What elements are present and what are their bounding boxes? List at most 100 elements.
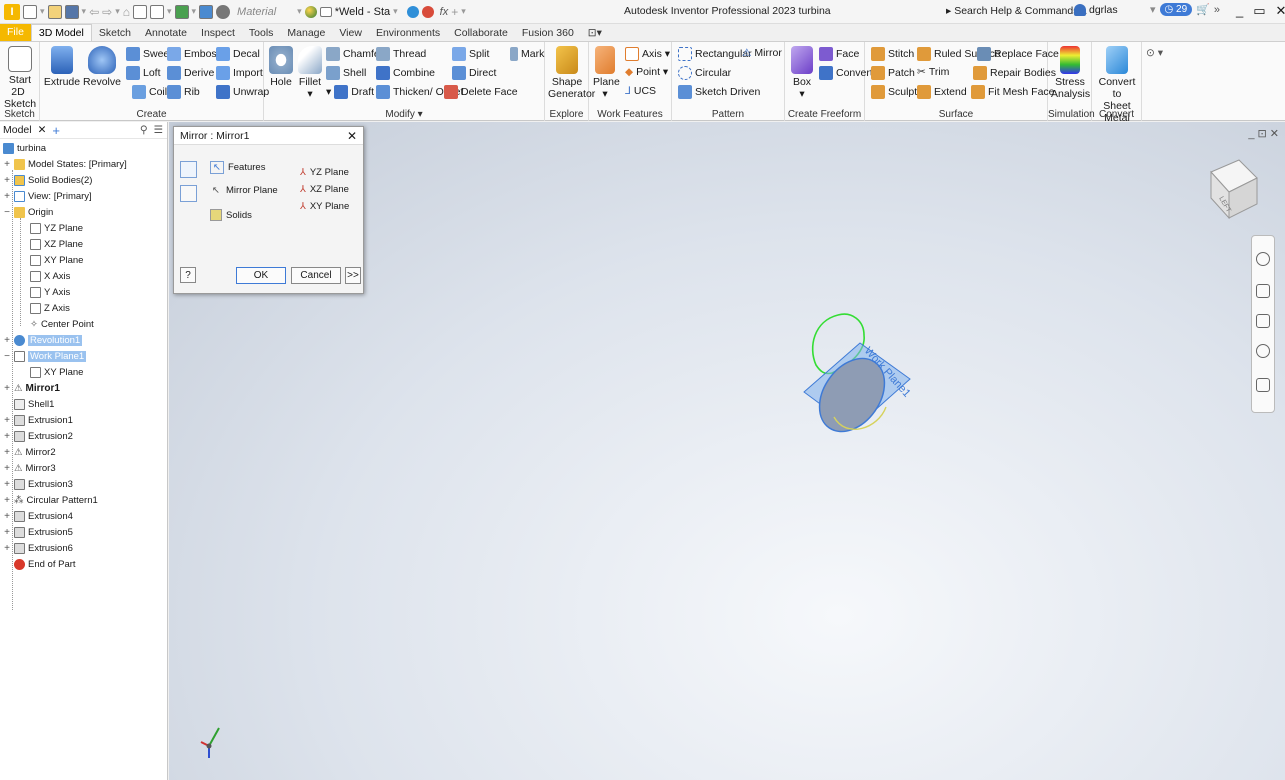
extend-button[interactable]: Extend [917, 85, 967, 99]
expand-icon[interactable]: + [3, 463, 11, 474]
expand-icon[interactable]: + [3, 511, 11, 522]
tab-3d-model[interactable]: 3D Model [30, 24, 92, 41]
tree-node-mirror3[interactable]: + ⚠ Mirror3 [3, 461, 56, 475]
tree-node-z-axis[interactable]: Z Axis [30, 301, 70, 315]
tree-node-extrusion4[interactable]: + Extrusion4 [3, 509, 73, 523]
tab-collaborate[interactable]: Collaborate [447, 25, 515, 41]
zoom-icon[interactable] [1256, 314, 1270, 328]
point-button[interactable]: ◆ Point ▾ [625, 66, 668, 78]
expand-icon[interactable]: + [3, 447, 11, 458]
cancel-button[interactable]: Cancel [291, 267, 341, 284]
maximize-icon[interactable]: ⊡ [1258, 128, 1267, 140]
cart-icon[interactable]: 🛒 [1196, 3, 1210, 16]
replace-face-button[interactable]: Replace Face [977, 47, 1059, 61]
menu-icon[interactable]: ☰ [154, 124, 163, 136]
coil-button[interactable]: Coil [132, 85, 167, 99]
tree-node-center-point[interactable]: ✧ Center Point [30, 317, 94, 331]
decal-button[interactable]: Decal [216, 47, 260, 61]
yz-plane-option[interactable]: ⅄ YZ Plane [300, 167, 349, 178]
collapse-icon[interactable]: − [3, 207, 11, 218]
notifications[interactable]: ▾ ◷ 29 🛒 » [1150, 3, 1220, 16]
expand-button[interactable]: >> [345, 267, 361, 284]
xy-plane-option[interactable]: ⅄ XY Plane [300, 201, 349, 212]
tree-node-model-states[interactable]: + Model States: [Primary] [3, 157, 127, 171]
tree-node-shell1[interactable]: Shell1 [14, 397, 54, 411]
add-icon[interactable]: + [451, 5, 458, 19]
tab-manage[interactable]: Manage [280, 25, 332, 41]
look-at-icon[interactable] [1256, 378, 1270, 392]
undo-icon[interactable]: ⇦ [89, 5, 99, 19]
solids-selector[interactable]: Solids [210, 209, 252, 221]
tree-node-y-axis[interactable]: Y Axis [30, 285, 70, 299]
chamfer-button[interactable]: Chamfer [326, 47, 383, 61]
axis-button[interactable]: Axis ▾ [625, 47, 670, 61]
xz-plane-option[interactable]: ⅄ XZ Plane [300, 184, 349, 195]
stitch-button[interactable]: Stitch [871, 47, 914, 61]
mirror-plane-selector[interactable]: ↖ Mirror Plane [210, 185, 278, 196]
expand-icon[interactable]: + [3, 479, 11, 490]
pan-icon[interactable] [1256, 284, 1270, 298]
expand-icon[interactable]: + [3, 543, 11, 554]
fx-icon[interactable]: fx [440, 6, 449, 18]
tree-node-work-plane1[interactable]: − Work Plane1 [3, 349, 87, 363]
tree-node-revolution1[interactable]: + Revolution1 [3, 333, 83, 347]
new-icon[interactable] [23, 4, 37, 19]
appearance-dropdown[interactable]: *Weld - Sta ▾ [304, 5, 398, 18]
dropdown-icon[interactable]: ▾ [82, 6, 87, 17]
user-account[interactable]: dgrlas [1074, 4, 1118, 16]
derive-button[interactable]: Derive [167, 66, 214, 80]
restore-icon[interactable]: ▭ [1253, 3, 1265, 19]
collapse-icon[interactable]: − [3, 351, 11, 362]
split-button[interactable]: Split [452, 47, 489, 61]
tree-node-extrusion6[interactable]: + Extrusion6 [3, 541, 73, 555]
mirror-button[interactable]: ⚠ Mirror [742, 47, 782, 59]
revolve-button[interactable]: Revolve [80, 46, 124, 88]
dropdown-icon[interactable]: ▾ [192, 6, 197, 17]
close-tab-icon[interactable]: ✕ [38, 124, 47, 136]
customize-icon[interactable]: ▾ [461, 6, 466, 17]
tree-node-extrusion3[interactable]: + Extrusion3 [3, 477, 73, 491]
box-button[interactable]: Box ▾ [789, 46, 815, 100]
sculpt-button[interactable]: Sculpt [871, 85, 917, 99]
tree-node-extrusion2[interactable]: + Extrusion2 [3, 429, 73, 443]
plane-button[interactable]: Plane ▾ [593, 46, 620, 100]
material-dropdown[interactable]: Material [237, 6, 276, 18]
sketch-driven-pattern-button[interactable]: Sketch Driven [678, 85, 760, 99]
ribbon-options-icon[interactable]: ⊙ ▾ [1146, 47, 1163, 59]
update-icon[interactable] [132, 4, 147, 19]
tree-node-end-of-part[interactable]: End of Part [14, 557, 76, 571]
tree-node-yz-plane[interactable]: YZ Plane [30, 221, 83, 235]
open-icon[interactable] [47, 4, 62, 19]
measure-icon[interactable] [199, 4, 214, 19]
close-icon[interactable]: ✕ [347, 129, 357, 143]
save-icon[interactable] [64, 4, 79, 19]
mirror-solids-toggle[interactable] [180, 185, 197, 202]
expand-icon[interactable]: + [3, 191, 11, 202]
start-2d-sketch-button[interactable]: Start 2D Sketch [4, 46, 36, 110]
expand-icon[interactable]: + [3, 495, 11, 506]
ok-button[interactable]: OK [236, 267, 286, 284]
thread-button[interactable]: Thread [376, 47, 426, 61]
tab-overflow-icon[interactable]: ⊡▾ [581, 25, 609, 41]
expand-icon[interactable]: + [3, 383, 11, 394]
expand-icon[interactable]: + [3, 175, 11, 186]
rib-button[interactable]: Rib [167, 85, 200, 99]
face-button[interactable]: Face [819, 47, 859, 61]
tab-sketch[interactable]: Sketch [92, 25, 138, 41]
fit-mesh-face-button[interactable]: Fit Mesh Face [971, 85, 1055, 99]
inventor-logo[interactable]: I [4, 3, 20, 20]
add-tab-icon[interactable]: + [52, 123, 60, 138]
tab-tools[interactable]: Tools [242, 25, 281, 41]
rectangular-pattern-button[interactable]: Rectangular [678, 47, 752, 61]
mark-button[interactable]: Mark [510, 47, 544, 61]
trim-button[interactable]: ✂ Trim [917, 66, 949, 78]
shape-generator-button[interactable]: Shape Generator [548, 46, 595, 100]
extrude-button[interactable]: Extrude [42, 46, 82, 88]
features-selector[interactable]: ↖ Features [210, 161, 265, 174]
tree-node-view[interactable]: + View: [Primary] [3, 189, 92, 203]
close-icon[interactable]: ✕ [1270, 128, 1279, 140]
dropdown-icon[interactable]: ▾ [167, 6, 172, 17]
tree-node-mirror1[interactable]: + ⚠ Mirror1 [3, 381, 60, 395]
expand-icon[interactable]: + [3, 431, 11, 442]
tree-node-x-axis[interactable]: X Axis [30, 269, 70, 283]
